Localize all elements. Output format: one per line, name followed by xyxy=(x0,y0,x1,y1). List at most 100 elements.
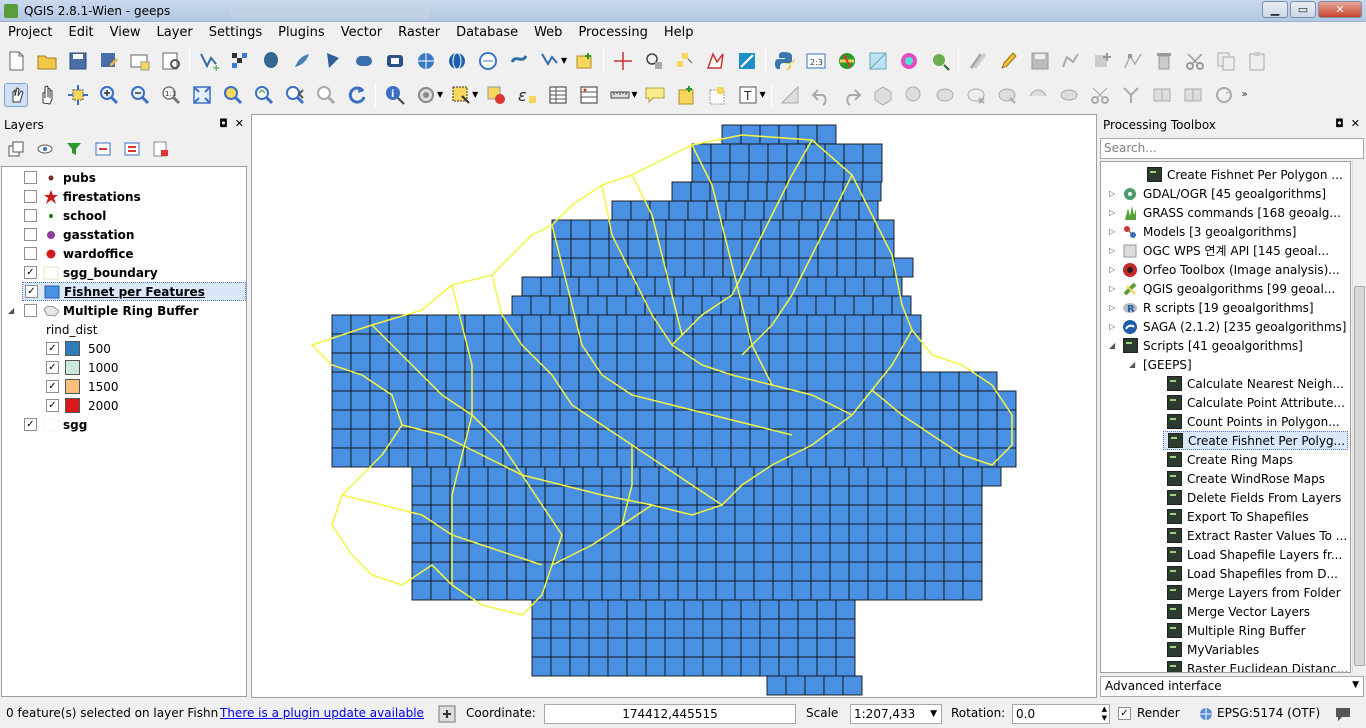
graphical-modeler-button[interactable] xyxy=(866,49,890,73)
save-as-button[interactable] xyxy=(97,49,121,73)
layer-row-sgg[interactable]: ✓ sgg xyxy=(24,415,87,434)
coordinate-field[interactable]: 174412,445515 xyxy=(544,704,796,724)
validate-geometry-button[interactable] xyxy=(704,49,728,73)
redo-button[interactable] xyxy=(840,83,864,107)
layer-row-sgg-boundary[interactable]: ✓ sgg_boundary xyxy=(24,263,158,282)
move-feature-button[interactable] xyxy=(1090,49,1114,73)
provider-gdal[interactable]: ▷ GDAL/OGR [45 geoalgorithms] xyxy=(1109,184,1326,203)
layer-visibility-checkbox[interactable] xyxy=(24,304,37,317)
expand-triangle-icon[interactable]: ▷ xyxy=(1109,265,1119,274)
show-bookmarks-button[interactable] xyxy=(705,83,729,107)
add-part-button[interactable] xyxy=(902,83,926,107)
zoom-next-button[interactable] xyxy=(314,83,338,107)
zoom-to-selection-button[interactable] xyxy=(221,83,245,107)
float-panel-button[interactable]: ◘ xyxy=(1335,117,1344,130)
current-edits-button[interactable] xyxy=(966,49,990,73)
action-dropdown-icon[interactable]: ▼ xyxy=(437,90,443,99)
new-bookmark-button[interactable] xyxy=(674,83,698,107)
filter-legend-icon[interactable] xyxy=(64,140,84,158)
scale-combo[interactable]: 1:207,433 ▼ xyxy=(850,704,942,724)
class-visibility-checkbox[interactable]: ✓ xyxy=(46,399,59,412)
script-item[interactable]: Load Shapefile Layers fr... xyxy=(1163,545,1342,564)
split-features-button[interactable] xyxy=(1088,83,1112,107)
layer-visibility-checkbox[interactable] xyxy=(24,209,37,222)
collapse-triangle-icon[interactable]: ◢ xyxy=(1109,341,1119,350)
collapse-triangle-icon[interactable]: ◢ xyxy=(8,306,18,315)
add-postgis-layer-button[interactable] xyxy=(259,49,283,73)
menu-vector[interactable]: Vector xyxy=(333,25,390,40)
fill-ring-button[interactable] xyxy=(933,83,957,107)
map-canvas[interactable] xyxy=(251,114,1097,698)
layer-visibility-checkbox[interactable] xyxy=(24,190,37,203)
pan-to-selection-button[interactable] xyxy=(66,83,90,107)
add-circle-button[interactable] xyxy=(642,49,666,73)
measure-dropdown-icon[interactable]: ▼ xyxy=(631,90,637,99)
provider-r[interactable]: ▷ R R scripts [19 geoalgorithms] xyxy=(1109,298,1314,317)
crs-icon[interactable] xyxy=(1198,706,1214,725)
new-shapefile-button[interactable] xyxy=(538,49,562,73)
new-layer-dropdown-icon[interactable]: ▼ xyxy=(561,56,567,65)
menu-plugins[interactable]: Plugins xyxy=(270,25,333,40)
open-project-button[interactable] xyxy=(35,49,59,73)
menu-processing[interactable]: Processing xyxy=(570,25,655,40)
new-project-button[interactable] xyxy=(4,49,28,73)
digitize-point-button[interactable] xyxy=(611,49,635,73)
script-item[interactable]: Count Points in Polygon... xyxy=(1163,412,1340,431)
undo-button[interactable] xyxy=(809,83,833,107)
deselect-all-button[interactable] xyxy=(484,83,508,107)
expand-triangle-icon[interactable]: ▷ xyxy=(1109,227,1119,236)
split-parts-button[interactable] xyxy=(1119,83,1143,107)
manage-visibility-icon[interactable] xyxy=(35,140,55,158)
menu-layer[interactable]: Layer xyxy=(149,25,201,40)
plugin-manager-button[interactable] xyxy=(573,49,597,73)
expand-triangle-icon[interactable]: ▷ xyxy=(1109,246,1119,255)
crs-status[interactable]: EPSG:5174 (OTF) xyxy=(1217,706,1320,720)
add-wfs-layer-button[interactable] xyxy=(476,49,500,73)
layer-visibility-checkbox[interactable]: ✓ xyxy=(25,285,38,298)
add-delimited-text-button[interactable] xyxy=(507,49,531,73)
script-item[interactable]: Export To Shapefiles xyxy=(1163,507,1309,526)
menu-database[interactable]: Database xyxy=(448,25,526,40)
georeferencer-button[interactable] xyxy=(735,49,759,73)
paste-features-button[interactable] xyxy=(1245,49,1269,73)
script-item[interactable]: Create WindRose Maps xyxy=(1163,469,1325,488)
provider-models[interactable]: ▷ Models [3 geoalgorithms] xyxy=(1109,222,1296,241)
layer-row-pubs[interactable]: pubs xyxy=(24,168,96,187)
coordinate-toggle-icon[interactable] xyxy=(438,705,456,726)
float-panel-button[interactable]: ◘ xyxy=(219,117,228,130)
maximize-button[interactable]: ▭ xyxy=(1290,1,1316,18)
delete-part-button[interactable] xyxy=(995,83,1019,107)
expand-triangle-icon[interactable]: ▷ xyxy=(1109,284,1119,293)
delete-selected-button[interactable] xyxy=(1152,49,1176,73)
provider-grass[interactable]: ▷ GRASS commands [168 geoalg... xyxy=(1109,203,1341,222)
processing-history-button[interactable]: 2:3 xyxy=(804,49,828,73)
class-visibility-checkbox[interactable]: ✓ xyxy=(46,380,59,393)
layer-visibility-checkbox[interactable]: ✓ xyxy=(24,418,37,431)
layer-row-gasstation[interactable]: gasstation xyxy=(24,225,134,244)
layer-row-fishnet-selected[interactable]: ✓ Fishnet per Features xyxy=(22,282,246,301)
layer-row-school[interactable]: school xyxy=(24,206,106,225)
class-visibility-checkbox[interactable]: ✓ xyxy=(46,361,59,374)
menu-help[interactable]: Help xyxy=(656,25,702,40)
node-tool-button[interactable] xyxy=(1121,49,1145,73)
run-feature-action-button[interactable] xyxy=(414,83,438,107)
composer-manager-button[interactable] xyxy=(159,49,183,73)
layer-visibility-checkbox[interactable]: ✓ xyxy=(24,266,37,279)
script-item[interactable]: Raster Euclidean Distanc... xyxy=(1163,659,1348,672)
expand-triangle-icon[interactable]: ▷ xyxy=(1109,208,1119,217)
processing-toolbox-button[interactable] xyxy=(835,49,859,73)
script-item[interactable]: MyVariables xyxy=(1163,640,1259,659)
script-item[interactable]: Merge Vector Layers xyxy=(1163,602,1310,621)
refresh-button[interactable] xyxy=(345,83,369,107)
layer-visibility-checkbox[interactable] xyxy=(24,171,37,184)
zoom-last-button[interactable] xyxy=(283,83,307,107)
reshape-features-button[interactable] xyxy=(1026,83,1050,107)
render-checkbox[interactable]: ✓ xyxy=(1118,707,1131,720)
script-item[interactable]: Extract Raster Values To ... xyxy=(1163,526,1347,545)
script-item[interactable]: Load Shapefiles from D... xyxy=(1163,564,1338,583)
cut-features-button[interactable] xyxy=(1183,49,1207,73)
text-annotation-button[interactable]: T xyxy=(736,83,760,107)
menu-raster[interactable]: Raster xyxy=(390,25,448,40)
zoom-out-button[interactable] xyxy=(128,83,152,107)
menu-edit[interactable]: Edit xyxy=(60,25,101,40)
